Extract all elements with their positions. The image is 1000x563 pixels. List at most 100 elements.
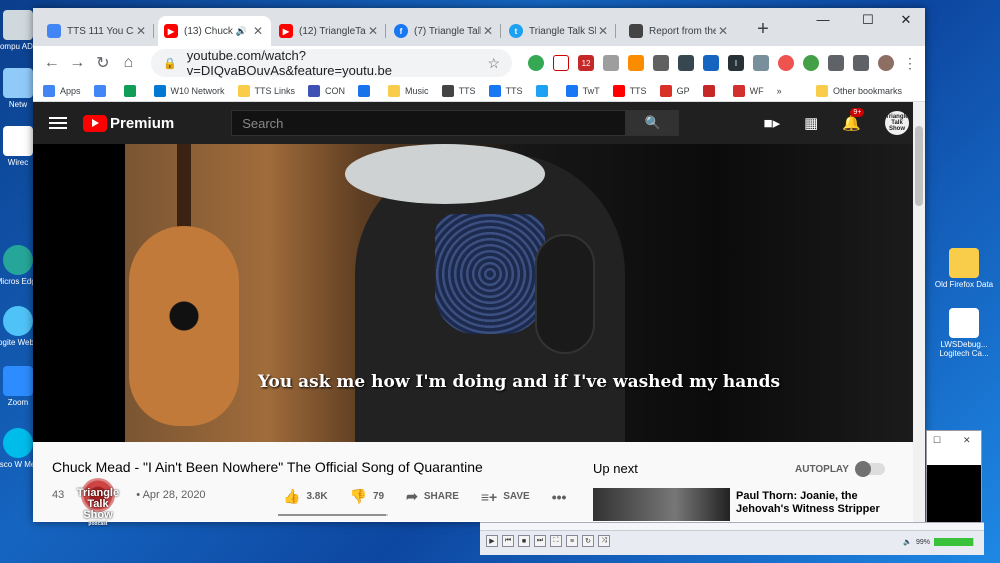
extension-icon[interactable] [528,55,545,71]
bookmark-item[interactable] [93,84,111,97]
window-close-button[interactable]: ✕ [963,435,971,446]
volume-slider[interactable] [934,538,974,546]
forward-button[interactable]: → [67,54,89,72]
tab[interactable]: t Triangle Talk Show✕ [503,16,616,46]
dislike-button[interactable]: 👎 79 [350,488,385,505]
tab-title: (7) Triangle Talk Sh [414,25,481,37]
bookmark-item[interactable]: Music [388,84,429,97]
close-icon[interactable]: ✕ [716,24,730,38]
bookmark-item[interactable] [535,84,553,97]
media-control-icon[interactable] [853,55,870,71]
close-icon[interactable]: ✕ [134,24,148,38]
avatar[interactable]: Triangle Talk Show [885,111,909,135]
tab[interactable]: TTS 111 You Can't✕ [41,16,154,46]
rss-icon[interactable] [628,55,645,71]
reload-button[interactable]: ↻ [92,53,114,73]
play-icon[interactable]: ▶ [486,535,498,547]
close-icon[interactable]: ✕ [596,24,610,38]
google-icon [93,84,106,97]
bookmark-item[interactable] [702,84,720,97]
extension-icon[interactable] [803,55,820,71]
next-icon[interactable]: ⏭ [534,535,546,547]
more-actions-button[interactable]: ••• [552,489,567,505]
close-icon[interactable]: ✕ [251,24,265,38]
fullscreen-icon[interactable]: ⛶ [550,535,562,547]
search-button[interactable]: 🔍 [626,110,680,136]
maximize-button[interactable]: ☐ [848,12,888,28]
like-button[interactable]: 👍 3.8K [283,488,328,505]
home-button[interactable]: ⌂ [118,54,140,72]
desktop-icon[interactable]: LWSDebug... Logitech Ca... [934,308,994,358]
page-scrollbar[interactable] [913,102,925,522]
bookmark-item[interactable]: GP [659,84,690,97]
bookmark-item[interactable]: TTS [612,84,647,97]
media-seek-bar[interactable] [480,523,984,531]
search-input[interactable]: Search [231,110,627,136]
autoplay-toggle[interactable]: AUTOPLAY [795,461,885,477]
bookmark-item[interactable]: W10 Network [153,84,225,97]
bookmark-item[interactable]: » [777,86,782,96]
extensions-puzzle-icon[interactable] [828,55,845,71]
new-tab-button[interactable]: + [751,18,775,41]
chat-icon[interactable] [603,55,620,71]
share-button[interactable]: ➦ SHARE [406,488,459,505]
notifications-bell-icon[interactable]: 🔔 9+ [842,108,865,132]
next-video-thumbnail[interactable] [593,488,730,521]
close-icon[interactable]: ✕ [481,24,495,38]
extension-icon[interactable] [653,55,670,71]
playlist-icon[interactable]: ≡ [566,535,578,547]
loop-icon[interactable]: ↻ [582,535,594,547]
back-button[interactable]: ← [41,54,63,72]
scrollbar-thumb[interactable] [915,126,923,206]
bookmark-item[interactable]: TTS Links [237,84,295,97]
extension-icon[interactable]: I [728,55,745,71]
tab-active[interactable]: ▶ (13) Chuck M🔊 ✕ [158,16,271,46]
hamburger-menu-icon[interactable] [49,114,67,132]
bookmark-item[interactable]: Other bookmarks [815,84,902,97]
next-video-title[interactable]: Paul Thorn: Joanie, the Jehovah's Witnes… [736,490,896,516]
extension-icon[interactable] [678,55,695,71]
minimize-button[interactable]: — [803,12,843,27]
previous-icon[interactable]: ⏮ [502,535,514,547]
address-bar[interactable]: 🔒 youtube.com/watch?v=DIQvaBOuvAs&featur… [151,48,513,78]
extension-icon[interactable] [778,55,795,71]
bookmark-label: TTS [629,85,647,96]
bookmark-item[interactable]: TTS [441,84,476,97]
youtube-logo[interactable]: Premium [83,114,174,132]
profile-avatar[interactable] [878,55,895,71]
toggle-switch[interactable] [854,461,885,477]
save-button[interactable]: ≡+ SAVE [481,489,530,505]
volume-control[interactable]: 🔈 99% [903,538,974,546]
video-frame[interactable]: You ask me how I'm doing and if I've was… [125,144,913,442]
shuffle-icon[interactable]: ⤨ [598,535,610,547]
desktop-icon-label: Old Firefox Data [934,280,994,289]
tab[interactable]: Report from the T✕ [623,16,736,46]
bookmark-star-icon[interactable]: ☆ [487,55,500,72]
desktop-icon[interactable]: Old Firefox Data [934,248,994,289]
menu-kebab-icon[interactable]: ⋮ [903,55,917,72]
tab[interactable]: f (7) Triangle Talk Sh✕ [388,16,501,46]
stop-icon[interactable]: ■ [518,535,530,547]
audio-icon[interactable]: 🔊 [236,26,247,37]
extension-icon[interactable]: 12 [578,55,595,71]
bookmark-item[interactable] [123,84,141,97]
create-video-icon[interactable]: ■▸ [764,114,781,132]
bookmark-item[interactable] [358,84,375,97]
bookmark-item[interactable]: CON [308,84,345,97]
gmail-extension-icon[interactable] [553,55,570,71]
bookmark-item[interactable]: TTS [488,84,523,97]
close-icon[interactable]: ✕ [366,24,380,38]
tab[interactable]: ▶ (12) TriangleTalkSh✕ [273,16,386,46]
secondary-window[interactable]: ☐ ✕ [926,430,982,523]
browser-window: TTS 111 You Can't✕ ▶(13) Chuck M🔊✕ ▶(12)… [33,8,925,522]
apps-grid-icon[interactable]: ▦ [804,114,818,132]
screenshot-icon[interactable] [753,55,770,71]
window-close-button[interactable]: ✕ [886,12,925,28]
bookmark-item[interactable]: TwT [565,84,600,97]
extension-icon[interactable] [703,55,720,71]
lock-icon[interactable]: 🔒 [163,57,177,70]
bookmark-item[interactable]: WF [732,84,764,97]
bookmark-item[interactable]: Apps [43,84,81,97]
video-player[interactable]: You ask me how I'm doing and if I've was… [33,144,925,442]
maximize-button[interactable]: ☐ [933,435,941,446]
